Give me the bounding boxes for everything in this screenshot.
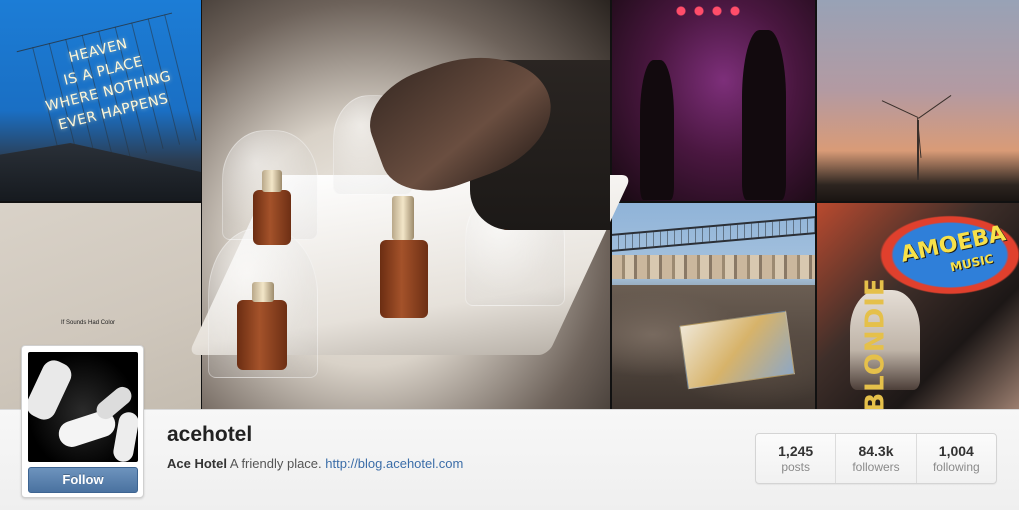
performer-silhouette bbox=[742, 30, 786, 200]
bottle-cap bbox=[262, 170, 282, 192]
stat-label: following bbox=[932, 460, 980, 474]
bottle-cap bbox=[392, 196, 414, 240]
bio: Ace Hotel A friendly place. http://blog.… bbox=[167, 456, 463, 471]
perfume-bottle bbox=[380, 240, 428, 318]
stat-value: 1,004 bbox=[938, 443, 974, 459]
full-name: Ace Hotel bbox=[167, 456, 227, 471]
performer-silhouette bbox=[640, 60, 674, 200]
bio-link[interactable]: http://blog.acehotel.com bbox=[325, 456, 463, 471]
stat-label: followers bbox=[852, 460, 900, 474]
stats-box: 1,245 posts 84.3k followers 1,004 follow… bbox=[755, 433, 997, 484]
profile-page: HEAVEN IS A PLACE WHERE NOTHING EVER HAP… bbox=[0, 0, 1019, 510]
photo-mosaic: HEAVEN IS A PLACE WHERE NOTHING EVER HAP… bbox=[0, 0, 1019, 409]
stat-following[interactable]: 1,004 following bbox=[915, 434, 996, 483]
avatar-hand-shape bbox=[111, 410, 138, 462]
avatar-card: Follow bbox=[21, 345, 144, 498]
bottle-cap bbox=[252, 282, 274, 302]
avatar-hand-shape bbox=[28, 356, 76, 424]
stage-lights bbox=[675, 6, 755, 16]
follow-button[interactable]: Follow bbox=[28, 467, 138, 493]
skyline-decoration bbox=[612, 255, 815, 279]
stat-value: 1,245 bbox=[778, 443, 814, 459]
photo-tile-heaven-sign[interactable]: HEAVEN IS A PLACE WHERE NOTHING EVER HAP… bbox=[0, 0, 201, 201]
username: acehotel bbox=[167, 423, 253, 446]
poster-band: BLONDIE bbox=[860, 277, 891, 409]
stat-posts[interactable]: 1,245 posts bbox=[756, 434, 835, 483]
bio-text: A friendly place. bbox=[229, 456, 322, 471]
perfume-bottle bbox=[253, 190, 291, 245]
stat-followers[interactable]: 84.3k followers bbox=[835, 434, 915, 483]
wall-caption: If Sounds Had Color bbox=[61, 320, 116, 326]
perfume-bottle bbox=[237, 300, 287, 370]
rooftop-decoration bbox=[0, 143, 201, 201]
stat-label: posts bbox=[781, 460, 810, 474]
stat-value: 84.3k bbox=[858, 443, 894, 459]
avatar[interactable] bbox=[28, 352, 138, 462]
